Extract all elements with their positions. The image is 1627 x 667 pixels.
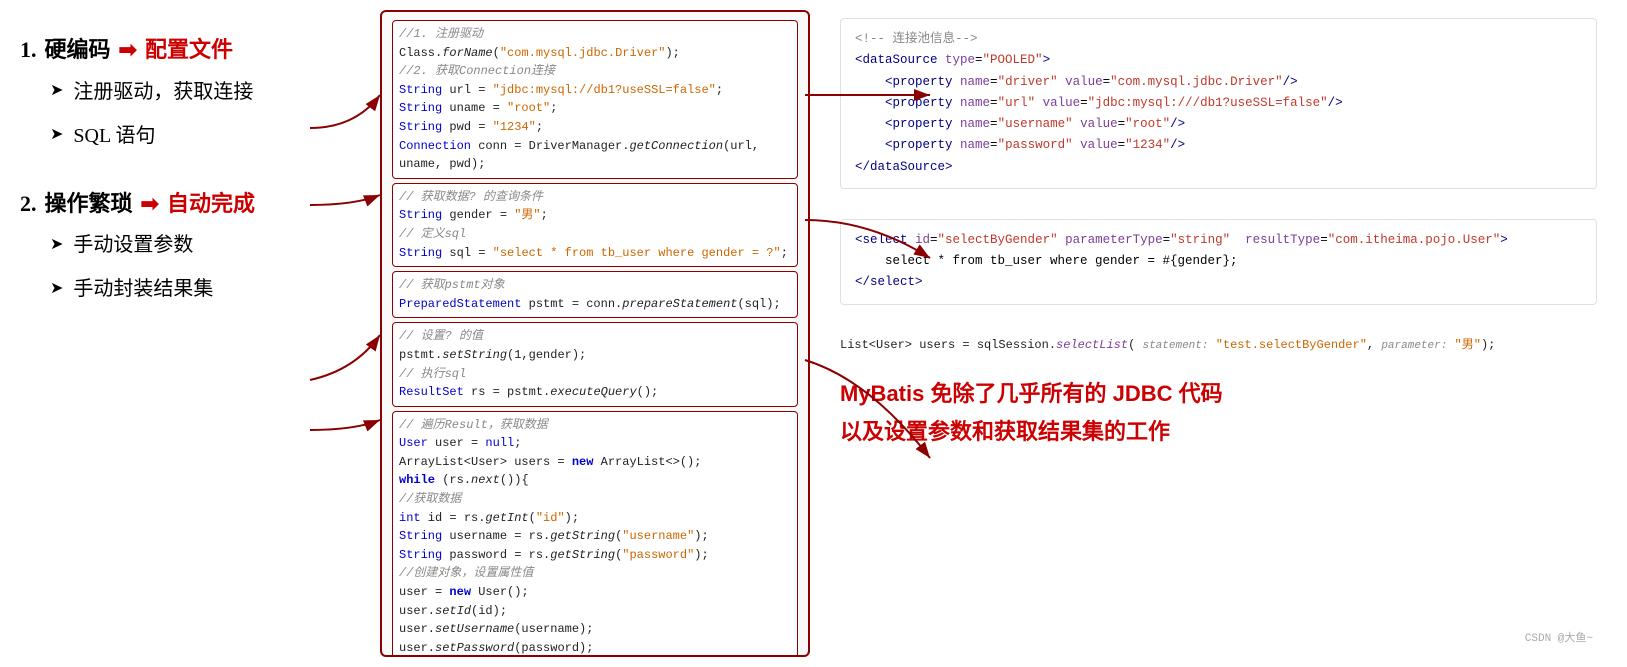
item2-arrow: ➡ [141, 184, 159, 224]
sub4-bullet: ➤ [50, 275, 63, 304]
sub1: ➤ 注册驱动，获取连接 [50, 74, 360, 110]
code-line4: String pwd = "1234"; [399, 118, 791, 137]
list-call: List<User> users = sqlSession.selectList… [840, 335, 1597, 356]
code-line9: pstmt.setString(1,gender); [399, 346, 791, 365]
code-section-5: // 遍历Result，获取数据 User user = null; Array… [392, 411, 798, 657]
code-section-2: // 获取数据? 的查询条件 String gender = "男"; // 定… [392, 183, 798, 267]
xml-select-block: <select id="selectByGender" parameterTyp… [840, 219, 1597, 305]
sub1-bullet: ➤ [50, 77, 63, 106]
comment10: //创建对象，设置属性值 [399, 564, 791, 583]
code-line18: user.setId(id); [399, 602, 791, 621]
xml-select-open: <select id="selectByGender" parameterTyp… [855, 230, 1582, 251]
center-code-panel: //1. 注册驱动 Class.forName("com.mysql.jdbc.… [380, 10, 810, 657]
sub3-bullet: ➤ [50, 231, 63, 260]
comment3: // 获取数据? 的查询条件 [399, 188, 791, 207]
sub1-text: 注册驱动，获取连接 [73, 74, 253, 110]
code-line8: PreparedStatement pstmt = conn.prepareSt… [399, 295, 791, 314]
item1-label: 硬编码 [45, 30, 111, 70]
comment5: // 获取pstmt对象 [399, 276, 791, 295]
item2-num: 2. [20, 184, 37, 224]
comment6: // 设置? 的值 [399, 327, 791, 346]
code-line7: String sql = "select * from tb_user wher… [399, 244, 791, 263]
item2-red: 自动完成 [167, 184, 255, 224]
comment7: // 执行sql [399, 365, 791, 384]
right-panel: <!-- 连接池信息--> <dataSource type="POOLED">… [830, 10, 1607, 657]
xml-select-close: </select> [855, 272, 1582, 293]
item1-red: 配置文件 [145, 30, 233, 70]
sub2-text: SQL 语句 [73, 118, 155, 154]
code-line17: user = new User(); [399, 583, 791, 602]
xml-comment1: <!-- 连接池信息--> [855, 29, 1582, 50]
sub4-text: 手动封装结果集 [73, 271, 213, 307]
code-line16: String password = rs.getString("password… [399, 546, 791, 565]
code-section-1: //1. 注册驱动 Class.forName("com.mysql.jdbc.… [392, 20, 798, 179]
xml-datasource-block: <!-- 连接池信息--> <dataSource type="POOLED">… [840, 18, 1597, 189]
item2-label: 操作繁琐 [45, 184, 133, 224]
xml-prop-url: <property name="url" value="jdbc:mysql:/… [855, 93, 1582, 114]
code-line11: User user = null; [399, 434, 791, 453]
code-line10: ResultSet rs = pstmt.executeQuery(); [399, 383, 791, 402]
comment4: // 定义sql [399, 225, 791, 244]
code-section-3: // 获取pstmt对象 PreparedStatement pstmt = c… [392, 271, 798, 318]
mybatis-note-line1: MyBatis 免除了几乎所有的 JDBC 代码 [840, 375, 1597, 412]
sub2-bullet: ➤ [50, 121, 63, 150]
code-line2: String url = "jdbc:mysql://db1?useSSL=fa… [399, 81, 791, 100]
comment1: //1. 注册驱动 [399, 25, 791, 44]
item1-num: 1. [20, 30, 37, 70]
mybatis-note-line2: 以及设置参数和获取结果集的工作 [840, 413, 1597, 450]
item1-arrow: ➡ [119, 30, 137, 70]
sub3-text: 手动设置参数 [73, 227, 193, 263]
left-panel: 1. 硬编码 ➡ 配置文件 ➤ 注册驱动，获取连接 ➤ SQL 语句 2. 操作… [20, 10, 360, 657]
code-line6: String gender = "男"; [399, 206, 791, 225]
code-section-4: // 设置? 的值 pstmt.setString(1,gender); // … [392, 322, 798, 406]
code-line13: while (rs.next()){ [399, 471, 791, 490]
code-line1: Class.forName("com.mysql.jdbc.Driver"); [399, 44, 791, 63]
xml-datasource-open: <dataSource type="POOLED"> [855, 50, 1582, 71]
code-line15: String username = rs.getString("username… [399, 527, 791, 546]
csdn-watermark: CSDN @大鱼~ [1525, 630, 1593, 649]
code-line20: user.setPassword(password); [399, 639, 791, 657]
item1: 1. 硬编码 ➡ 配置文件 [20, 30, 360, 70]
sub3: ➤ 手动设置参数 [50, 227, 360, 263]
sub2: ➤ SQL 语句 [50, 118, 360, 154]
code-line5: Connection conn = DriverManager.getConne… [399, 137, 791, 174]
main-container: 1. 硬编码 ➡ 配置文件 ➤ 注册驱动，获取连接 ➤ SQL 语句 2. 操作… [0, 0, 1627, 667]
xml-datasource-close: </dataSource> [855, 157, 1582, 178]
code-line12: ArrayList<User> users = new ArrayList<>(… [399, 453, 791, 472]
code-line19: user.setUsername(username); [399, 620, 791, 639]
xml-prop-password: <property name="password" value="1234"/> [855, 135, 1582, 156]
comment2: //2. 获取Connection连接 [399, 62, 791, 81]
code-line3: String uname = "root"; [399, 99, 791, 118]
xml-prop-driver: <property name="driver" value="com.mysql… [855, 72, 1582, 93]
item2: 2. 操作繁琐 ➡ 自动完成 [20, 184, 360, 224]
xml-select-body: select * from tb_user where gender = #{g… [855, 251, 1582, 272]
code-line14: int id = rs.getInt("id"); [399, 509, 791, 528]
xml-prop-username: <property name="username" value="root"/> [855, 114, 1582, 135]
comment9: //获取数据 [399, 490, 791, 509]
sub4: ➤ 手动封装结果集 [50, 271, 360, 307]
comment8: // 遍历Result，获取数据 [399, 416, 791, 435]
mybatis-note: MyBatis 免除了几乎所有的 JDBC 代码 以及设置参数和获取结果集的工作 [840, 375, 1597, 450]
